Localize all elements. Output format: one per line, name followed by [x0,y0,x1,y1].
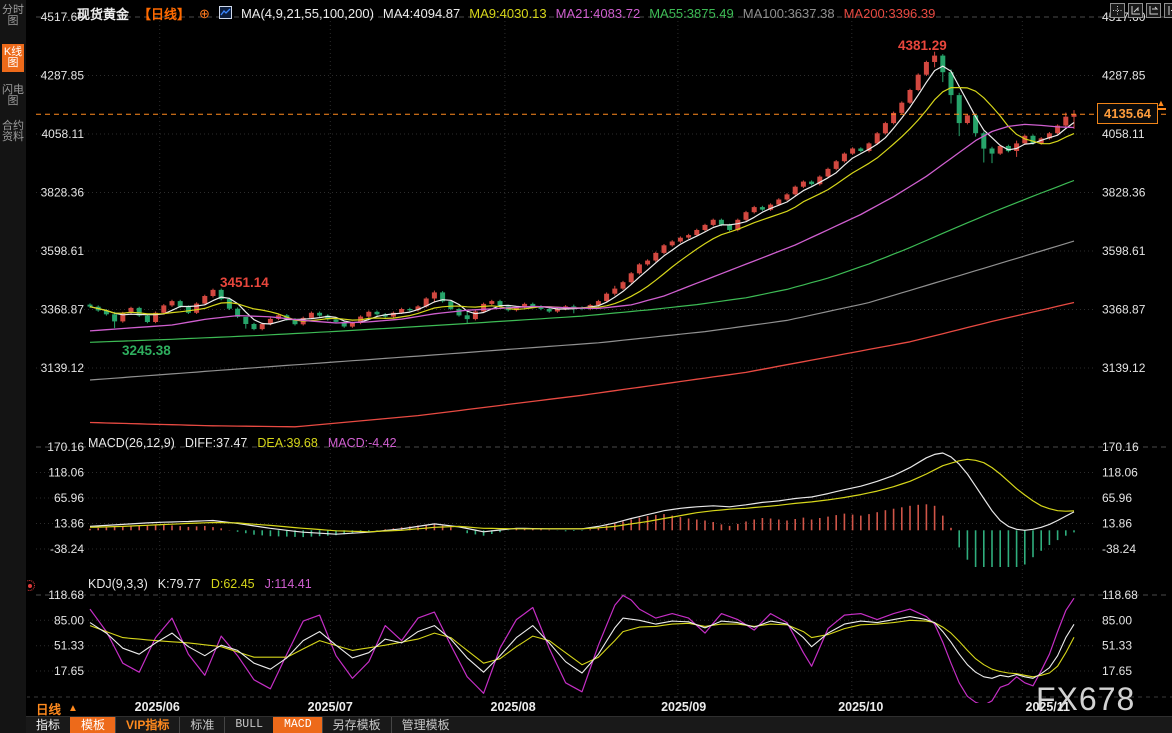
svg-text:170.16: 170.16 [1102,440,1139,454]
tab-bull[interactable]: BULL [224,717,273,733]
svg-text:4058.11: 4058.11 [42,127,85,141]
svg-text:17.65: 17.65 [1102,664,1132,678]
tab-standard[interactable]: 标准 [179,717,224,733]
symbol-title: 现货黄金 [77,4,129,23]
scale-right-icon[interactable] [1146,3,1161,18]
tab-manage-template[interactable]: 管理模板 [391,717,460,733]
trading-app-window: 4517.604517.604287.854287.854058.114058.… [0,0,1172,733]
svg-text:3598.61: 3598.61 [41,244,85,258]
chart-toolbar-icons [1110,3,1172,18]
target-icon[interactable]: ⊕ [199,6,210,22]
ma9-value: MA9:4030.13 [469,6,546,21]
macd-legend: MACD(26,12,9) DIFF:37.47 DEA:39.68 MACD:… [88,436,397,450]
kdj-name: KDJ(9,3,3) [88,577,148,591]
svg-text:118.06: 118.06 [48,466,84,480]
ma4-value: MA4:4094.87 [383,6,460,21]
pan-right-icon[interactable] [1164,3,1172,18]
svg-text:3139.12: 3139.12 [1102,361,1146,375]
tab-indicator[interactable]: 指标 [26,717,70,733]
svg-text:85.00: 85.00 [54,613,84,627]
ma200-value: MA200:3396.39 [844,6,936,21]
ma55-value: MA55:3875.49 [649,6,734,21]
ma-group-label: MA(4,9,21,55,100,200) [241,6,374,21]
svg-text:2025/06: 2025/06 [135,700,180,714]
ma100-value: MA100:3637.38 [743,6,835,21]
last-price-label: 4135.64 [1097,103,1158,124]
svg-text:2025/07: 2025/07 [308,700,353,714]
svg-text:4287.85: 4287.85 [41,69,85,83]
scale-up-icon[interactable] [1128,3,1143,18]
crosshair-icon[interactable] [1110,3,1125,18]
kdj-legend: KDJ(9,3,3) K:79.77 D:62.45 J:114.41 [88,577,312,591]
sidebar-item-contract-info[interactable]: 合约资料 [2,118,24,146]
sidebar-item-label: 合约资料 [2,120,24,143]
svg-text:-38.24: -38.24 [1102,542,1136,556]
svg-text:51.33: 51.33 [1102,639,1132,653]
svg-text:4287.85: 4287.85 [1102,69,1146,83]
sidebar-item-time-chart[interactable]: 分时图 [2,2,24,30]
macd-diff-value: DIFF:37.47 [185,436,248,450]
svg-text:4058.11: 4058.11 [1102,127,1145,141]
bottom-toolbar: 指标 模板 VIP指标 标准 BULL MACD 另存模板 管理模板 [26,716,1172,733]
ma21-value: MA21:4083.72 [556,6,641,21]
kdj-j-value: J:114.41 [265,577,312,591]
kdj-k-value: K:79.77 [158,577,201,591]
svg-text:118.68: 118.68 [1102,588,1138,602]
svg-text:3598.61: 3598.61 [1102,244,1146,258]
svg-text:85.00: 85.00 [1102,613,1132,627]
tab-vip-indicator[interactable]: VIP指标 [115,717,179,733]
svg-text:118.68: 118.68 [48,588,84,602]
svg-text:2025/08: 2025/08 [491,700,536,714]
svg-text:3139.12: 3139.12 [41,361,85,375]
june-peak-annotation: 3451.14 [220,275,269,290]
svg-text:3828.36: 3828.36 [1102,186,1146,200]
ma55-value-annotation: 3245.38 [122,343,171,358]
chart-canvas[interactable]: 4517.604517.604287.854287.854058.114058.… [0,0,1172,733]
fx678-watermark: FX678 [1036,681,1135,718]
macd-dea-value: DEA:39.68 [257,436,317,450]
tab-save-template[interactable]: 另存模板 [322,717,391,733]
svg-text:65.96: 65.96 [1102,491,1132,505]
sidebar-item-lightning-chart[interactable]: 闪电图 [2,82,24,110]
svg-text:170.16: 170.16 [47,440,84,454]
svg-text:3368.87: 3368.87 [41,303,85,317]
tab-macd[interactable]: MACD [273,717,322,733]
macd-name: MACD(26,12,9) [88,436,175,450]
sidebar-item-label: 闪电图 [2,84,24,107]
chart-header: 现货黄金 【日线】 ⊕ MA(4,9,21,55,100,200) MA4:40… [77,4,935,23]
svg-text:-38.24: -38.24 [50,542,84,556]
sidebar-item-kline-chart[interactable]: K线图 [2,44,24,72]
peak-price-annotation: 4381.29 [898,38,947,53]
svg-text:3368.87: 3368.87 [1102,303,1146,317]
sidebar: 分时图 K线图 闪电图 合约资料 [0,0,27,733]
kdj-d-value: D:62.45 [211,577,255,591]
svg-text:2025/09: 2025/09 [661,700,706,714]
mini-chart-icon[interactable] [219,6,232,22]
svg-text:65.96: 65.96 [54,491,84,505]
svg-text:13.86: 13.86 [1102,517,1132,531]
svg-text:13.86: 13.86 [54,517,84,531]
tab-template[interactable]: 模板 [70,717,115,733]
sidebar-item-label: K线图 [4,46,22,69]
svg-text:3828.36: 3828.36 [41,186,85,200]
period-tag[interactable]: 【日线】 [138,4,190,23]
svg-text:118.06: 118.06 [1102,466,1138,480]
svg-text:17.65: 17.65 [54,664,84,678]
sidebar-item-label: 分时图 [2,4,24,27]
svg-text:51.33: 51.33 [54,639,84,653]
macd-value: MACD:-4.42 [328,436,397,450]
svg-text:2025/10: 2025/10 [838,700,883,714]
chevron-up-icon: ▲ [68,703,78,714]
